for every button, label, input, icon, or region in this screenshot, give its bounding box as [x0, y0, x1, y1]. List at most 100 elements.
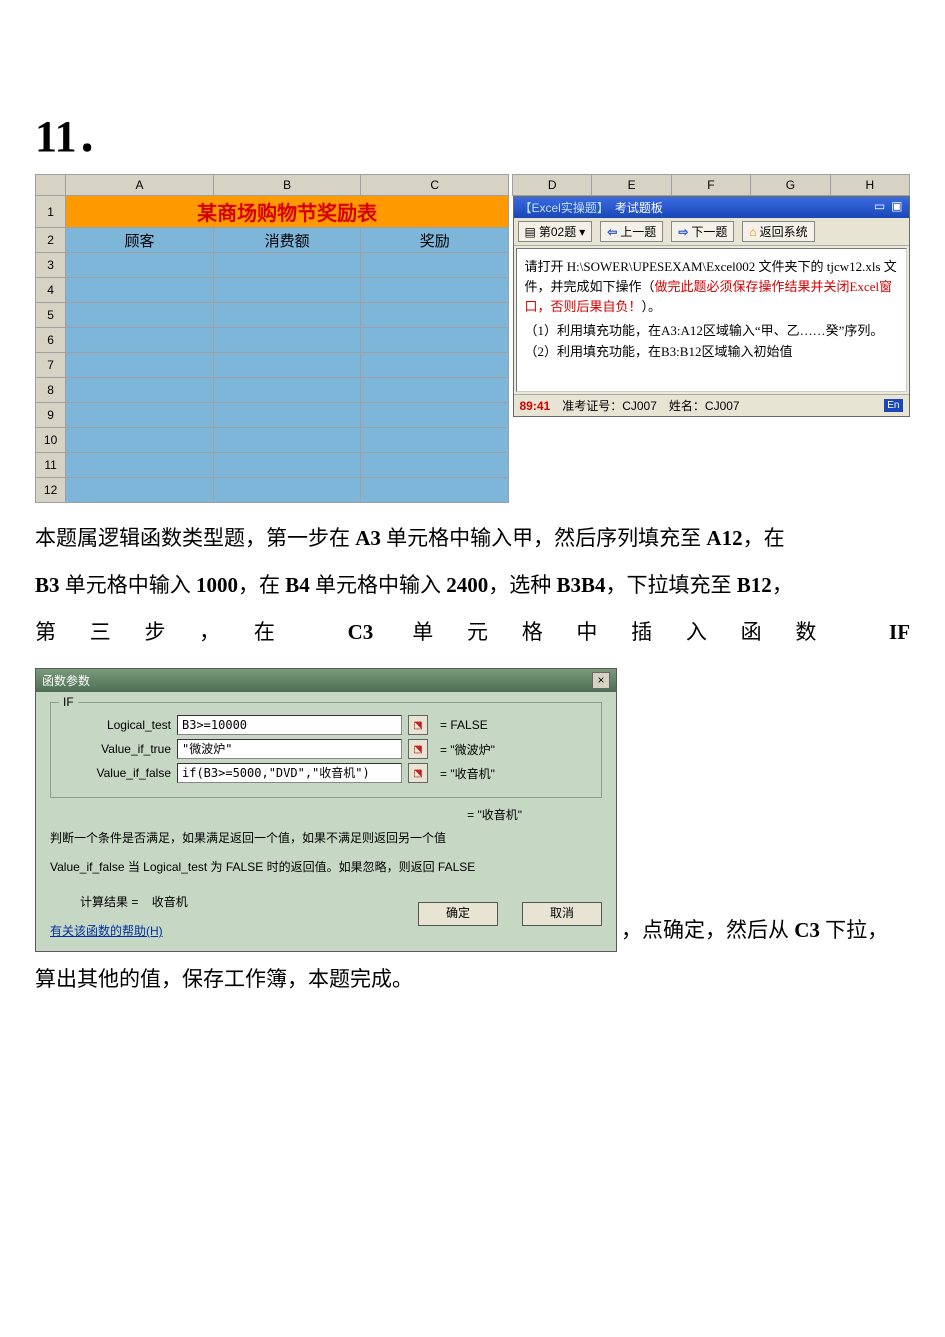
exam-name: 姓名：CJ007 [669, 397, 740, 414]
question-select[interactable]: ▤ 第02题 ▾ [518, 221, 593, 242]
title-cell[interactable]: 某商场购物节奖励表 [66, 196, 509, 228]
col-D[interactable]: D [513, 175, 592, 196]
next-question-button[interactable]: ⇨ 下一题 [671, 221, 734, 242]
arrow-right-icon: ⇨ [678, 225, 688, 239]
col-B[interactable]: B [213, 175, 361, 196]
row-12[interactable]: 12 [36, 478, 66, 503]
ok-button[interactable]: 确定 [418, 902, 498, 926]
exam-title-2: 考试题板 [615, 199, 663, 216]
cell-B10[interactable] [213, 428, 361, 453]
cell-A6[interactable] [66, 328, 214, 353]
cell-C11[interactable] [361, 453, 509, 478]
spreadsheet-extra-cols: D E F G H 【Excel实操题】 考试题板 ▭ ▣ ▤ 第02题 ▾ [512, 174, 910, 417]
cell-B4[interactable] [213, 278, 361, 303]
explanation-line-2: B3 单元格中输入 1000，在 B4 单元格中输入 2400，选种 B3B4，… [35, 564, 910, 607]
fieldset-legend: IF [59, 695, 78, 709]
arrow-left-icon: ⇦ [607, 225, 617, 239]
question-number: 11． [35, 100, 910, 164]
col-F[interactable]: F [671, 175, 750, 196]
row-5[interactable]: 5 [36, 303, 66, 328]
cancel-button[interactable]: 取消 [522, 902, 602, 926]
cell-C9[interactable] [361, 403, 509, 428]
dialog-title-bar[interactable]: 函数参数 × [36, 669, 616, 692]
cell-B12[interactable] [213, 478, 361, 503]
exam-instructions: 请打开 H:\SOWER\UPESEXAM\Excel002 文件夹下的 tjc… [516, 248, 907, 392]
exam-timer: 89:41 [520, 399, 551, 413]
exam-title-1: 【Excel实操题】 [520, 199, 609, 216]
corner-cell [36, 175, 66, 196]
cell-C6[interactable] [361, 328, 509, 353]
help-link[interactable]: 有关该函数的帮助(H) [50, 924, 163, 938]
cell-C4[interactable] [361, 278, 509, 303]
range-picker-icon[interactable]: ⬔ [408, 739, 428, 759]
cell-B7[interactable] [213, 353, 361, 378]
cell-C10[interactable] [361, 428, 509, 453]
cell-B6[interactable] [213, 328, 361, 353]
cell-C7[interactable] [361, 353, 509, 378]
cell-B8[interactable] [213, 378, 361, 403]
close-panel-icon[interactable]: ▣ [891, 199, 902, 216]
function-arguments-dialog: 函数参数 × IF Logical_test B3>=10000 ⬔ = FAL… [35, 668, 617, 952]
screenshot-row-1: A B C 1 某商场购物节奖励表 2 顾客 消费额 奖励 3 4 5 6 7 … [35, 174, 910, 503]
back-system-button[interactable]: ⌂ 返回系统 [742, 221, 814, 242]
row-11[interactable]: 11 [36, 453, 66, 478]
row-10[interactable]: 10 [36, 428, 66, 453]
range-picker-icon[interactable]: ⬔ [408, 763, 428, 783]
cell-A10[interactable] [66, 428, 214, 453]
row-3[interactable]: 3 [36, 253, 66, 278]
input-logical-test[interactable]: B3>=10000 [177, 715, 402, 735]
overall-eq: = "收音机" [50, 806, 602, 823]
cell-B3[interactable] [213, 253, 361, 278]
column-header-row: A B C [36, 175, 509, 196]
col-C[interactable]: C [361, 175, 509, 196]
col-G[interactable]: G [751, 175, 830, 196]
exam-panel: 【Excel实操题】 考试题板 ▭ ▣ ▤ 第02题 ▾ ⇦ 上一题 [513, 196, 910, 417]
cell-A3[interactable] [66, 253, 214, 278]
ime-indicator[interactable]: En [884, 399, 902, 412]
header-amount[interactable]: 消费额 [213, 228, 361, 253]
header-customer[interactable]: 顾客 [66, 228, 214, 253]
col-H[interactable]: H [830, 175, 909, 196]
row-6[interactable]: 6 [36, 328, 66, 353]
col-A[interactable]: A [66, 175, 214, 196]
function-description: 判断一个条件是否满足，如果满足返回一个值，如果不满足则返回另一个值 [50, 829, 602, 846]
explanation-final: 算出其他的值，保存工作簿，本题完成。 [35, 958, 910, 1001]
row-9[interactable]: 9 [36, 403, 66, 428]
book-icon: ▤ [525, 225, 536, 239]
question-select-label: 第02题 [539, 223, 576, 240]
explanation-line-3: 第三步，在 C3 单元格中插入函数 IF [35, 611, 910, 654]
cell-C12[interactable] [361, 478, 509, 503]
arg-description: Value_if_false 当 Logical_test 为 FALSE 时的… [50, 858, 602, 875]
label-logical-test: Logical_test [61, 718, 171, 732]
cell-C5[interactable] [361, 303, 509, 328]
cell-A9[interactable] [66, 403, 214, 428]
row-8[interactable]: 8 [36, 378, 66, 403]
minimize-icon[interactable]: ▭ [874, 199, 885, 216]
row-1[interactable]: 1 [36, 196, 66, 228]
exam-id: 准考证号：CJ007 [562, 397, 657, 414]
close-icon[interactable]: × [592, 672, 610, 689]
cell-C3[interactable] [361, 253, 509, 278]
cell-A12[interactable] [66, 478, 214, 503]
cell-B9[interactable] [213, 403, 361, 428]
after-dialog-text: ，点确定，然后从 C3 下拉， [621, 918, 888, 942]
cell-A5[interactable] [66, 303, 214, 328]
row-2[interactable]: 2 [36, 228, 66, 253]
if-fieldset: IF Logical_test B3>=10000 ⬔ = FALSE Valu… [50, 702, 602, 798]
header-reward[interactable]: 奖励 [361, 228, 509, 253]
row-4[interactable]: 4 [36, 278, 66, 303]
cell-B5[interactable] [213, 303, 361, 328]
cell-A7[interactable] [66, 353, 214, 378]
cell-C8[interactable] [361, 378, 509, 403]
input-value-false[interactable]: if(B3>=5000,"DVD","收音机") [177, 763, 402, 783]
range-picker-icon[interactable]: ⬔ [408, 715, 428, 735]
prev-question-button[interactable]: ⇦ 上一题 [600, 221, 663, 242]
row-7[interactable]: 7 [36, 353, 66, 378]
col-E[interactable]: E [592, 175, 671, 196]
cell-B11[interactable] [213, 453, 361, 478]
cell-A8[interactable] [66, 378, 214, 403]
cell-A4[interactable] [66, 278, 214, 303]
explanation-line-1: 本题属逻辑函数类型题，第一步在 A3 单元格中输入甲，然后序列填充至 A12，在 [35, 517, 910, 560]
cell-A11[interactable] [66, 453, 214, 478]
input-value-true[interactable]: "微波炉" [177, 739, 402, 759]
